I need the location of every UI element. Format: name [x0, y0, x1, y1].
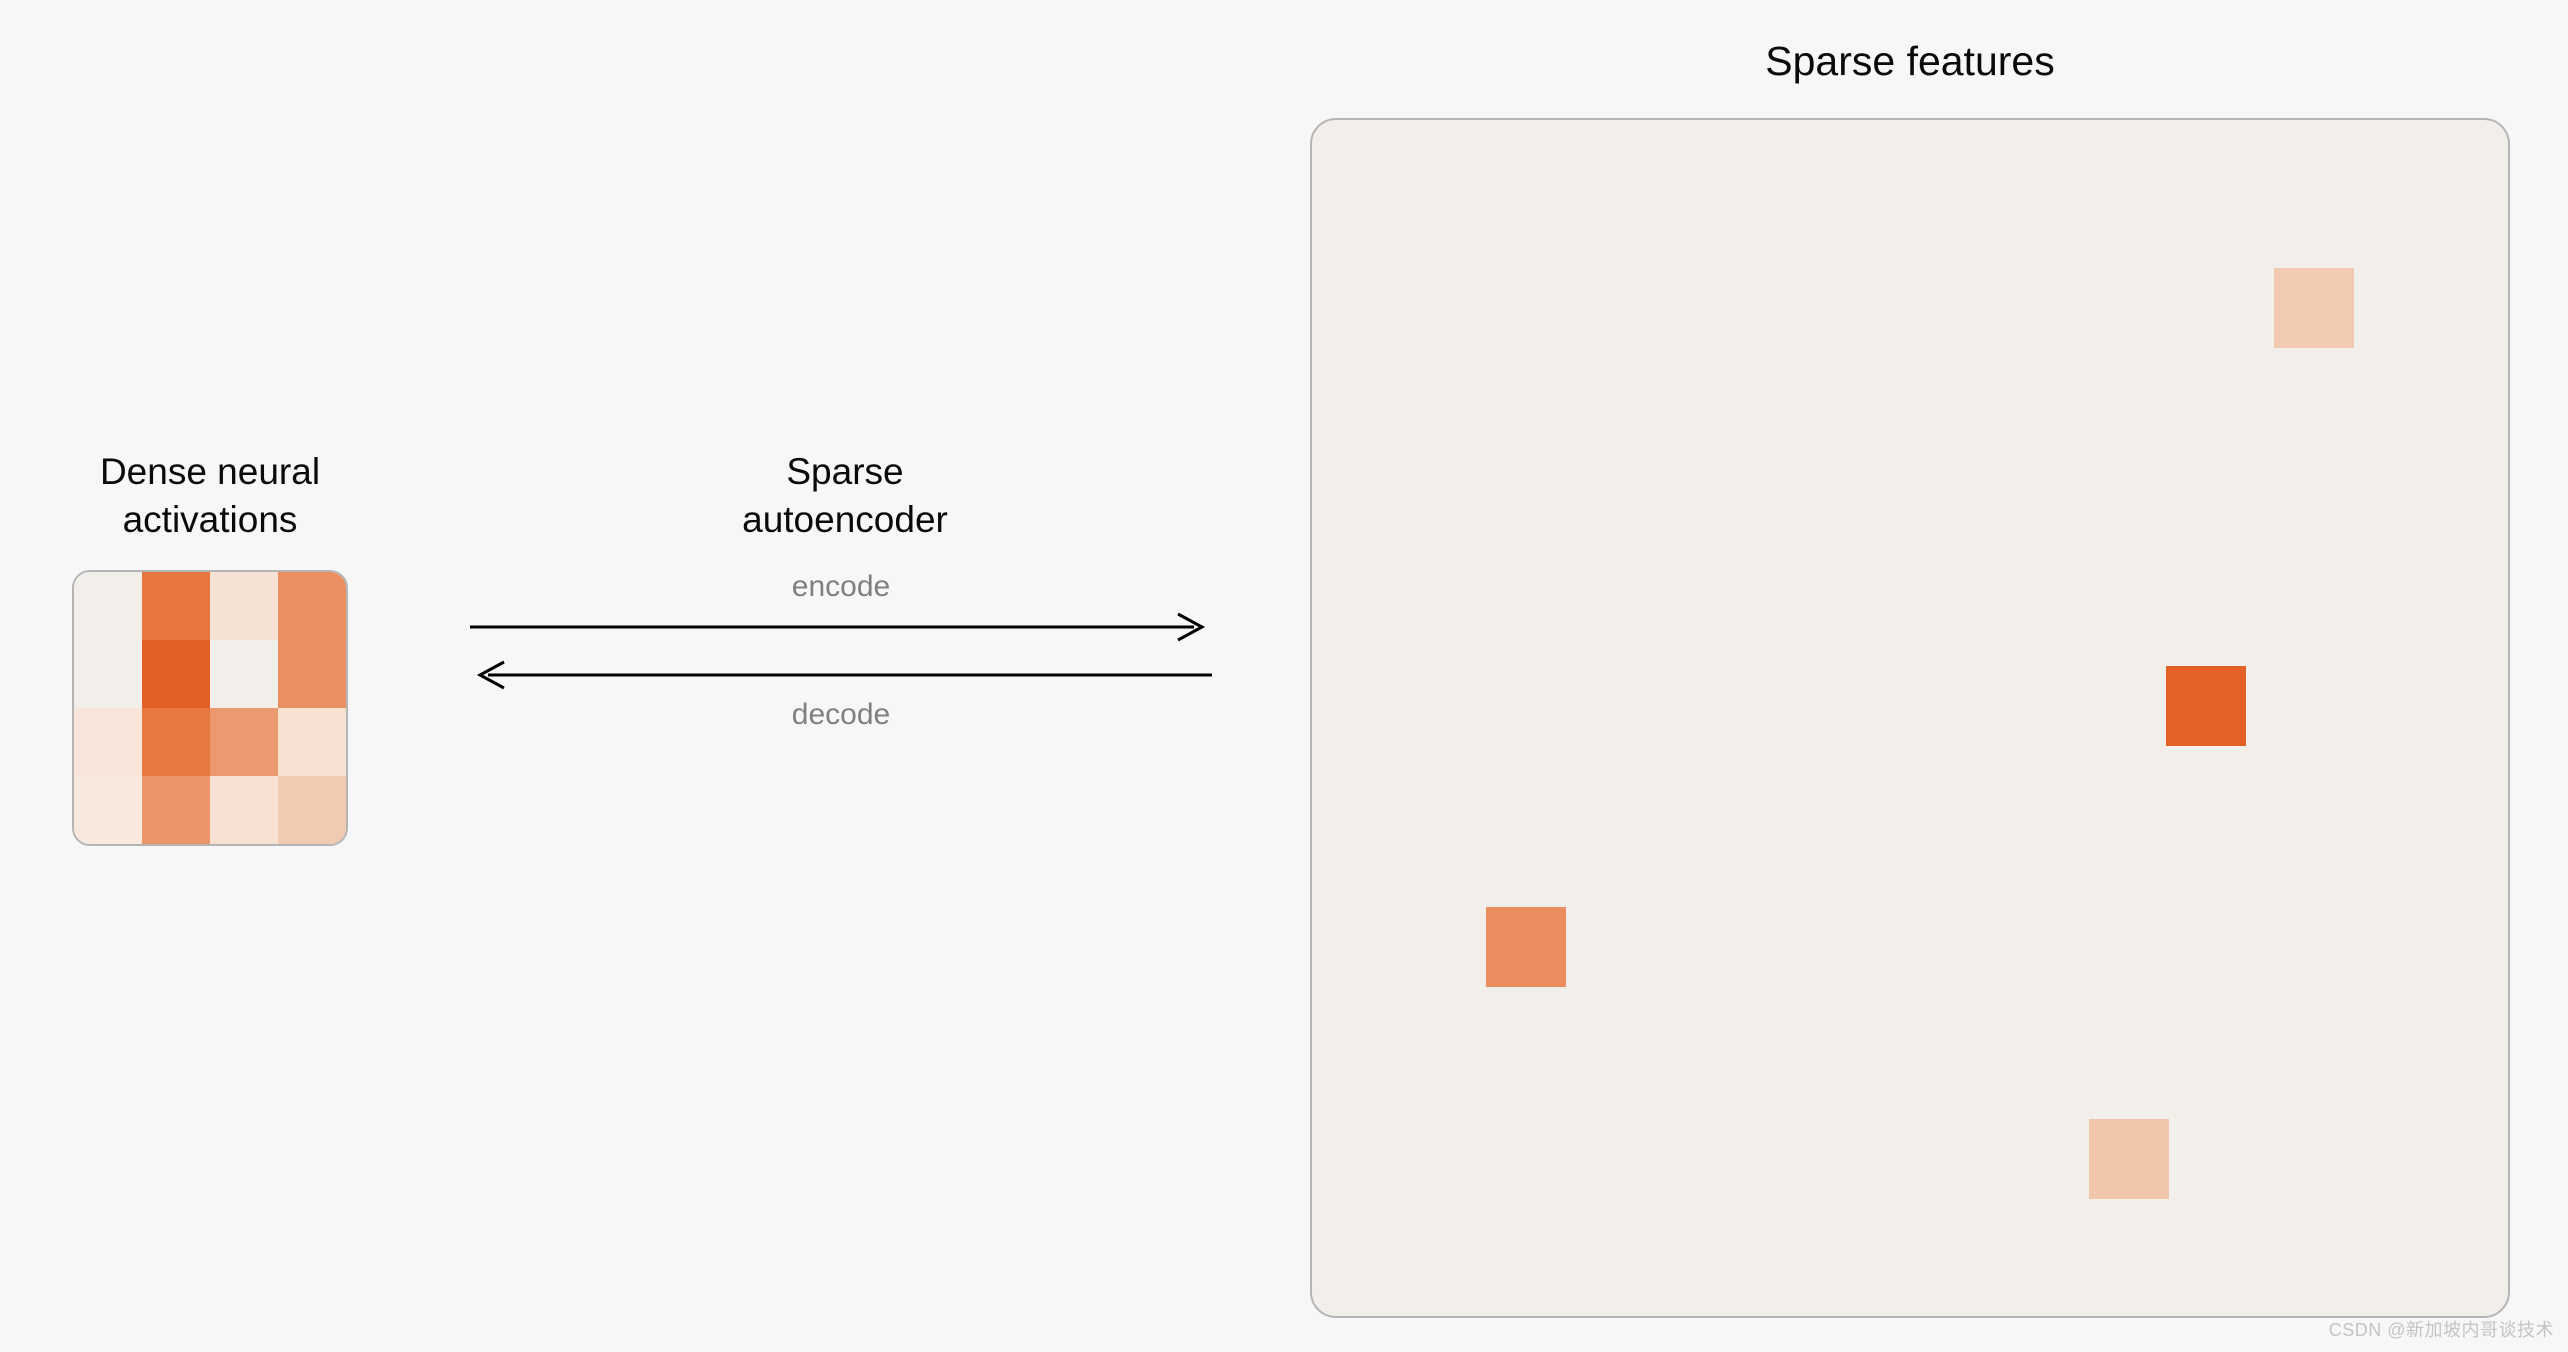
encode-label: encode [792, 570, 890, 604]
dense-cell [210, 640, 278, 708]
dense-cell [74, 640, 142, 708]
sparse-feature-cell [1486, 907, 1566, 987]
sparse-features-box [1310, 118, 2510, 1318]
sparse-feature-cell [2274, 268, 2354, 348]
sae-title-line2: autoencoder [742, 499, 948, 540]
dense-title-line2: activations [123, 499, 298, 540]
sparse-feature-cell [2166, 666, 2246, 746]
dense-activations-title: Dense neural activations [55, 448, 365, 544]
sparse-features-title: Sparse features [1310, 38, 2510, 85]
arrow-left-icon [470, 660, 1212, 690]
dense-cell [278, 776, 346, 844]
dense-cell [142, 708, 210, 776]
dense-title-line1: Dense neural [100, 451, 320, 492]
dense-cell [210, 708, 278, 776]
sparse-autoencoder-title: Sparse autoencoder [715, 448, 975, 544]
decode-label: decode [792, 698, 890, 732]
arrows-container: encode decode [470, 570, 1212, 750]
sparse-feature-cell [2089, 1119, 2169, 1199]
dense-cell [278, 640, 346, 708]
encode-arrow-row: encode [470, 570, 1212, 642]
watermark-text: CSDN @新加坡内哥谈技术 [2329, 1316, 2554, 1342]
dense-cell [210, 776, 278, 844]
dense-cell [142, 640, 210, 708]
decode-arrow-row: decode [470, 660, 1212, 732]
dense-cell [142, 776, 210, 844]
dense-cell [278, 708, 346, 776]
sae-title-line1: Sparse [786, 451, 903, 492]
dense-cell [74, 708, 142, 776]
dense-cell [74, 776, 142, 844]
dense-activations-grid [72, 570, 348, 846]
dense-cell [74, 572, 142, 640]
dense-cell [278, 572, 346, 640]
arrow-right-icon [470, 612, 1212, 642]
dense-cell [142, 572, 210, 640]
dense-cell [210, 572, 278, 640]
